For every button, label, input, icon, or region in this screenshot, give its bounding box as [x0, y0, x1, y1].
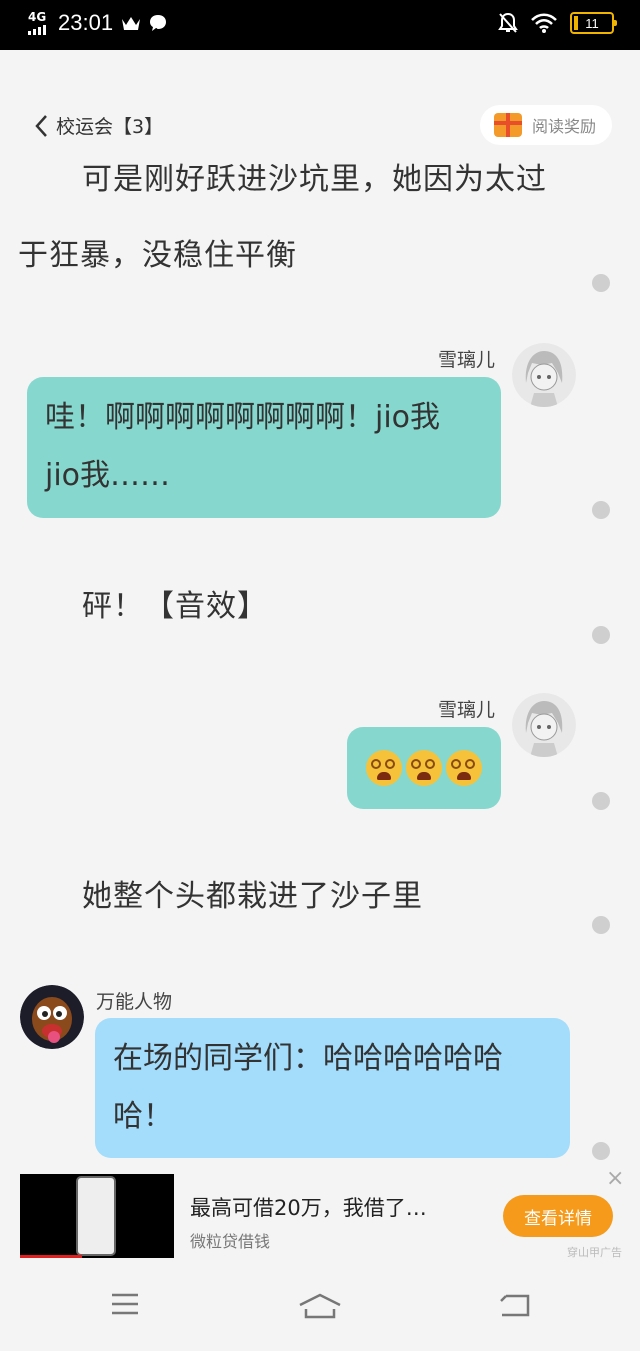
- chevron-left-icon: [35, 114, 47, 137]
- paragraph-comment-dot[interactable]: [592, 792, 610, 810]
- narration-text: 于狂暴，没稳住平衡: [18, 238, 297, 273]
- ad-banner[interactable]: 最高可借20万，我借了… 微粒贷借钱 查看详情 × 穿山甲广告: [0, 1164, 640, 1264]
- signal-icon: 4G: [28, 11, 50, 35]
- menu-icon[interactable]: [110, 1292, 140, 1316]
- system-nav-bar: [0, 1268, 640, 1351]
- narration-text: 她整个头都栽进了沙子里: [82, 879, 423, 914]
- chat-bubble: 在场的同学们：哈哈哈哈哈哈 哈！: [95, 1018, 570, 1158]
- ad-source-tag: 穿山甲广告: [567, 1246, 622, 1259]
- paragraph-comment-dot[interactable]: [592, 626, 610, 644]
- reading-reward-button[interactable]: 阅读奖励: [479, 105, 612, 145]
- speaker-name: 万能人物: [96, 991, 173, 1013]
- dizzy-face-emoji-icon: [406, 750, 442, 786]
- paragraph-comment-dot[interactable]: [592, 1142, 610, 1160]
- back-button[interactable]: 校运会【3】: [34, 112, 163, 139]
- reader-header: 校运会【3】 阅读奖励: [0, 100, 640, 152]
- avatar[interactable]: [20, 985, 84, 1049]
- speaker-name: 雪璃儿: [438, 699, 496, 721]
- network-type: 4G: [28, 10, 47, 24]
- chat-message-line: 哈！: [113, 1099, 173, 1134]
- ad-details-button[interactable]: 查看详情: [503, 1195, 613, 1237]
- paragraph-comment-dot[interactable]: [592, 274, 610, 292]
- chat-bubble: [347, 727, 501, 809]
- chat-message-line: 在场的同学们：哈哈哈哈哈哈: [113, 1041, 503, 1076]
- gift-icon: [493, 113, 522, 137]
- ad-subtitle: 微粒贷借钱: [190, 1232, 271, 1251]
- mute-bell-icon: [498, 12, 518, 33]
- paragraph-comment-dot[interactable]: [592, 916, 610, 934]
- chat-message-line: 哇！啊啊啊啊啊啊啊啊！jio我: [45, 400, 441, 435]
- paragraph-comment-dot[interactable]: [592, 501, 610, 519]
- ad-thumbnail[interactable]: [20, 1174, 174, 1258]
- narration-text: 砰！【音效】: [82, 589, 268, 624]
- status-bar: 4G 23:01 11: [0, 0, 640, 50]
- crown-icon: [122, 17, 141, 30]
- ad-title[interactable]: 最高可借20万，我借了…: [190, 1192, 427, 1222]
- home-icon[interactable]: [298, 1292, 342, 1320]
- wifi-icon: [531, 13, 557, 33]
- dizzy-face-emoji-icon: [446, 750, 482, 786]
- reading-reward-label: 阅读奖励: [531, 117, 596, 136]
- chapter-title: 校运会【3】: [56, 116, 164, 138]
- avatar[interactable]: [512, 693, 576, 757]
- chat-bubble: 哇！啊啊啊啊啊啊啊啊！jio我 jio我……: [27, 377, 501, 518]
- message-icon: [150, 15, 167, 31]
- close-icon[interactable]: ×: [606, 1168, 624, 1190]
- clock: 23:01: [58, 10, 114, 35]
- battery-indicator: 11: [570, 12, 617, 34]
- battery-level: 11: [585, 15, 599, 31]
- avatar[interactable]: [512, 343, 576, 407]
- dizzy-face-emoji-icon: [366, 750, 402, 786]
- chat-message-line: jio我……: [45, 458, 171, 493]
- back-icon[interactable]: [498, 1292, 532, 1318]
- narration-text: 可是刚好跃进沙坑里，她因为太过: [82, 162, 547, 197]
- speaker-name: 雪璃儿: [438, 349, 496, 371]
